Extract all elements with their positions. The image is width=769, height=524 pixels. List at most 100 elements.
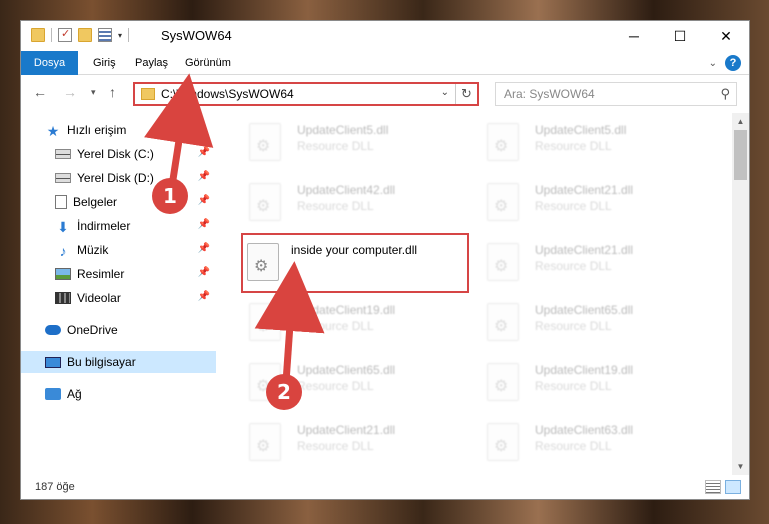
network-icon <box>45 388 61 400</box>
videos-icon <box>55 292 71 304</box>
view-toggle <box>705 480 741 494</box>
navigation-bar: ← → ▾ ↑ C:\Windows\SysWOW64 ⌄ ↻ Ara: Sys… <box>21 76 749 110</box>
expand-ribbon-icon[interactable]: ⌄ <box>709 58 717 69</box>
dll-file-icon <box>249 183 281 221</box>
file-type: Resource DLL <box>535 319 612 333</box>
file-item[interactable]: UpdateClient65.dll Resource DLL <box>473 295 703 351</box>
sidebar-item-this-pc[interactable]: Bu bilgisayar <box>21 351 216 373</box>
file-type: Resource DLL <box>535 259 612 273</box>
file-name: UpdateClient21.dll <box>535 243 634 257</box>
file-type: Resource DLL <box>535 139 612 153</box>
annotation-marker-2: 2 <box>266 374 302 410</box>
onedrive-icon <box>45 325 61 335</box>
pin-icon: 📌 <box>197 147 210 158</box>
tab-share[interactable]: Paylaş <box>125 51 178 75</box>
sidebar-item-label: Ağ <box>67 387 82 401</box>
new-folder-icon[interactable] <box>78 28 92 42</box>
tab-file[interactable]: Dosya <box>21 51 78 75</box>
downloads-icon: ⬇ <box>57 219 69 235</box>
address-path[interactable]: C:\Windows\SysWOW64 <box>161 87 294 101</box>
file-type: Resource DLL <box>297 439 374 453</box>
file-type: Resource DLL <box>535 199 612 213</box>
file-item[interactable]: UpdateClient63.dll Resource DLL <box>473 415 703 471</box>
dll-file-icon <box>487 303 519 341</box>
sidebar-item-quick-access[interactable]: ★ Hızlı erişim <box>45 119 216 141</box>
qat-dropdown-icon[interactable]: ▾ <box>118 31 122 40</box>
navigation-pane: ★ Hızlı erişim Yerel Disk (C:) 📌 Yerel D… <box>21 113 216 473</box>
sidebar-item-videos[interactable]: Videolar 📌 <box>55 287 216 309</box>
dll-file-icon <box>487 183 519 221</box>
file-item[interactable]: UpdateClient21.dll Resource DLL <box>473 175 703 231</box>
file-name: UpdateClient5.dll <box>535 123 627 137</box>
file-item-target[interactable]: inside your computer.dll <box>241 233 469 293</box>
help-icon[interactable]: ? <box>725 55 741 71</box>
dll-file-icon <box>487 423 519 461</box>
scroll-down-button[interactable]: ▼ <box>732 458 749 475</box>
file-item[interactable]: UpdateClient19.dll Resource DLL <box>473 355 703 411</box>
drive-icon <box>55 149 71 159</box>
vertical-scrollbar[interactable]: ▲ ▼ <box>732 113 749 475</box>
sidebar-item-downloads[interactable]: ⬇ İndirmeler 📌 <box>55 215 216 237</box>
pin-icon: 📌 <box>197 267 210 278</box>
sidebar-item-disk-c[interactable]: Yerel Disk (C:) 📌 <box>55 143 216 165</box>
sidebar-item-disk-d[interactable]: Yerel Disk (D:) 📌 <box>55 167 216 189</box>
explorer-window: ▾ SysWOW64 ─ ☐ ✕ Dosya Giriş Paylaş Görü… <box>20 20 750 500</box>
item-count: 187 öğe <box>35 481 75 493</box>
dll-file-icon <box>487 243 519 281</box>
file-item[interactable]: UpdateClient5.dll Resource DLL <box>473 115 703 171</box>
ribbon-right-controls: ⌄ ? <box>709 55 741 71</box>
customize-icon[interactable] <box>98 28 112 42</box>
documents-icon <box>55 195 67 209</box>
close-button[interactable]: ✕ <box>703 21 749 51</box>
file-item[interactable]: UpdateClient5.dll Resource DLL <box>235 115 465 171</box>
folder-icon <box>141 88 155 100</box>
up-button[interactable]: ↑ <box>109 84 116 100</box>
tab-view[interactable]: Görünüm <box>175 51 241 75</box>
address-bar[interactable]: C:\Windows\SysWOW64 ⌄ ↻ <box>133 82 479 106</box>
sidebar-item-network[interactable]: Ağ <box>45 383 216 405</box>
address-dropdown-icon[interactable]: ⌄ <box>441 87 449 98</box>
details-view-button[interactable] <box>705 480 721 494</box>
dll-file-icon <box>249 303 281 341</box>
sidebar-item-label: Bu bilgisayar <box>67 355 136 369</box>
sidebar-item-music[interactable]: ♪ Müzik 📌 <box>55 239 216 261</box>
file-name: UpdateClient21.dll <box>535 183 634 197</box>
large-icons-view-button[interactable] <box>725 480 741 494</box>
search-icon[interactable]: ⚲ <box>720 86 730 102</box>
sidebar-item-label: İndirmeler <box>77 219 131 233</box>
minimize-button[interactable]: ─ <box>611 21 657 51</box>
toolbar-divider <box>128 28 130 42</box>
file-item[interactable]: UpdateClient21.dll Resource DLL <box>473 235 703 291</box>
file-type: Resource DLL <box>297 139 374 153</box>
file-item[interactable]: UpdateClient21.dll Resource DLL <box>235 415 465 471</box>
file-type: Resource DLL <box>535 439 612 453</box>
dll-file-icon <box>249 123 281 161</box>
file-item[interactable]: UpdateClient42.dll Resource DLL <box>235 175 465 231</box>
scroll-thumb[interactable] <box>734 130 747 180</box>
refresh-button[interactable]: ↻ <box>455 84 477 104</box>
pin-icon: 📌 <box>197 195 210 206</box>
back-button[interactable]: ← <box>33 84 47 100</box>
recent-locations-button[interactable]: ▾ <box>91 87 96 98</box>
sidebar-item-label: Hızlı erişim <box>67 123 127 137</box>
sidebar-item-documents[interactable]: Belgeler 📌 <box>55 191 216 213</box>
maximize-button[interactable]: ☐ <box>657 21 703 51</box>
annotation-marker-1: 1 <box>152 178 188 214</box>
sidebar-item-label: OneDrive <box>67 323 118 337</box>
tab-home[interactable]: Giriş <box>83 51 126 75</box>
quick-access-toolbar: ▾ <box>31 27 130 42</box>
folder-icon <box>31 28 45 42</box>
file-name: UpdateClient5.dll <box>297 123 389 137</box>
sidebar-item-label: Belgeler <box>73 195 118 209</box>
sidebar-item-pictures[interactable]: Resimler 📌 <box>55 263 216 285</box>
sidebar-item-onedrive[interactable]: OneDrive <box>45 319 216 341</box>
sidebar-item-label: Resimler <box>77 267 125 281</box>
file-type: Resource DLL <box>297 379 374 393</box>
properties-check-icon[interactable] <box>58 27 72 42</box>
pin-icon: 📌 <box>197 243 210 254</box>
scroll-up-button[interactable]: ▲ <box>732 113 749 130</box>
search-input[interactable]: Ara: SysWOW64 ⚲ <box>495 82 737 106</box>
file-item[interactable]: UpdateClient19.dll Resource DLL <box>235 295 465 351</box>
file-name: UpdateClient65.dll <box>535 303 634 317</box>
forward-button[interactable]: → <box>63 84 77 100</box>
